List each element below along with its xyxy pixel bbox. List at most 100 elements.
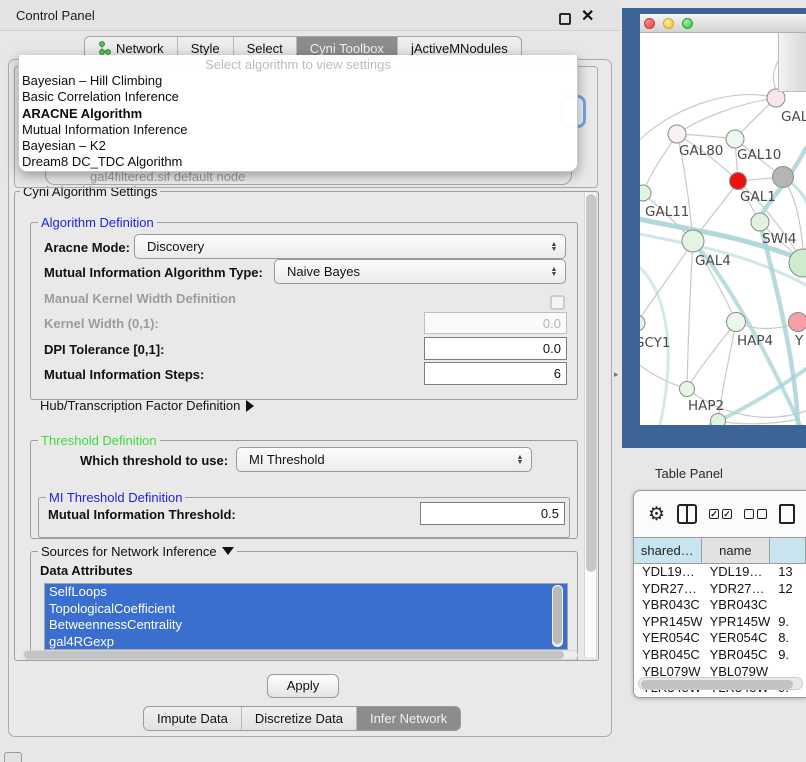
table-cell: YDR27… (702, 581, 771, 598)
network-node-gal80[interactable] (668, 125, 686, 143)
table-row[interactable]: YIL052CYIL052C9 (634, 697, 806, 698)
aracne-mode-combobox[interactable]: Discovery ▲▼ (134, 234, 566, 259)
network-node-gal1[interactable] (730, 173, 747, 190)
network-node-y[interactable] (789, 313, 806, 332)
algorithm-option[interactable]: ARACNE Algorithm (19, 106, 577, 122)
table-horizontal-scrollbar[interactable] (638, 677, 803, 690)
column-header-name[interactable]: name (702, 538, 771, 563)
network-node-hap4[interactable] (727, 313, 746, 332)
network-node-gal10[interactable] (726, 130, 744, 148)
table-cell: YDL19… (702, 564, 771, 581)
minimize-traffic-light-icon[interactable] (663, 18, 674, 29)
aracne-mode-label: Aracne Mode: (44, 240, 130, 255)
algorithm-option[interactable]: Mutual Information Inference (19, 122, 577, 138)
node-label: HAP4 (737, 333, 773, 349)
select-none-icon[interactable] (744, 509, 767, 519)
table-row[interactable]: YDL19…YDL19…13 (634, 564, 806, 581)
dpi-tolerance-label: DPI Tolerance [0,1]: (44, 342, 164, 357)
table-row[interactable]: YDR27…YDR27…12 (634, 581, 806, 598)
table-toolbar: ⚙ ✓✓ (634, 491, 806, 537)
sources-title[interactable]: Sources for Network Inference (38, 544, 237, 559)
table-cell: YBR043C (634, 597, 702, 614)
columns-icon[interactable] (677, 504, 697, 524)
float-panel-icon[interactable] (559, 13, 571, 25)
algorithm-option[interactable]: Bayesian – Hill Climbing (19, 73, 577, 89)
attributes-scrollbar[interactable] (552, 585, 563, 647)
close-traffic-light-icon[interactable] (644, 18, 655, 29)
document-icon[interactable] (779, 504, 795, 524)
network-node-hap2[interactable] (680, 382, 695, 397)
minimized-panel-chip[interactable] (4, 752, 22, 762)
attribute-list-item[interactable]: BetweennessCentrality (45, 617, 567, 634)
network-edge[interactable] (643, 134, 677, 193)
network-edge[interactable] (640, 241, 693, 323)
close-panel-icon[interactable]: ✕ (581, 6, 594, 26)
attribute-list-item[interactable]: TopologicalCoefficient (45, 601, 567, 618)
panel-divider-grip[interactable]: ▸ (614, 369, 619, 380)
table-cell: 9 (770, 697, 806, 698)
attribute-list-item[interactable]: SelfLoops (45, 584, 567, 601)
dpi-tolerance-field[interactable]: 0.0 (424, 337, 567, 360)
hub-definition-toggle[interactable]: Hub/Transcription Factor Definition (40, 398, 254, 413)
network-edge[interactable] (718, 419, 800, 424)
network-node[interactable] (773, 167, 794, 188)
algorithm-option[interactable]: Basic Correlation Inference (19, 89, 577, 105)
combobox-stepper-icon: ▲▼ (547, 242, 561, 252)
algorithm-dropdown-placeholder: Select algorithm to view settings (19, 56, 577, 73)
column-header[interactable] (770, 538, 806, 563)
network-edge[interactable] (640, 361, 687, 389)
mi-steps-field[interactable]: 6 (424, 362, 567, 385)
expand-right-icon (246, 400, 254, 412)
table-cell: YIL052C (702, 697, 771, 698)
network-edge[interactable] (677, 98, 776, 134)
table-cell: 9. (770, 647, 806, 664)
mi-threshold-title: MI Threshold Definition (46, 490, 185, 505)
tab-infer-network[interactable]: Infer Network (357, 707, 460, 730)
select-all-icon[interactable]: ✓✓ (709, 509, 732, 519)
column-header-shared[interactable]: shared… (634, 538, 702, 563)
network-edge[interactable] (687, 241, 693, 389)
node-label: GAL80 (679, 143, 723, 159)
which-threshold-combobox[interactable]: MI Threshold ▲▼ (236, 447, 532, 472)
apply-button[interactable]: Apply (267, 674, 339, 698)
algorithm-option[interactable]: Dream8 DC_TDC Algorithm (19, 154, 577, 170)
table-row[interactable]: YBR045CYBR045C9. (634, 647, 806, 664)
network-node-gal4[interactable] (682, 230, 704, 252)
zoom-traffic-light-icon[interactable] (682, 18, 693, 29)
network-edge[interactable] (687, 322, 736, 389)
algorithm-definition-title: Algorithm Definition (38, 215, 157, 230)
attribute-list-item[interactable]: gal4RGexp (45, 634, 567, 650)
manual-kernel-checkbox[interactable] (550, 295, 565, 310)
combobox-stepper-icon: ▲▼ (513, 455, 527, 465)
background-window-strip (778, 33, 806, 92)
kernel-width-field[interactable]: 0.0 (424, 312, 567, 334)
mi-threshold-field[interactable]: 0.5 (420, 502, 565, 525)
mi-type-combobox[interactable]: Naive Bayes ▲▼ (274, 259, 566, 284)
table-row[interactable]: YPR145WYPR145W9. (634, 614, 806, 631)
table-row[interactable]: YBR043CYBR043C (634, 597, 806, 614)
mi-type-label: Mutual Information Algorithm Type: (44, 265, 263, 280)
settings-vertical-scrollbar-thumb[interactable] (586, 194, 596, 572)
network-node[interactable] (711, 414, 726, 426)
network-node-gcy1[interactable] (640, 315, 645, 331)
node-label: SWI4 (762, 231, 797, 247)
tab-discretize-data[interactable]: Discretize Data (242, 707, 357, 730)
network-window-titlebar[interactable] (640, 14, 806, 33)
table-cell: YIL052C (634, 697, 702, 698)
table-cell (770, 597, 806, 614)
data-attributes-list[interactable]: SelfLoopsTopologicalCoefficientBetweenne… (44, 583, 568, 650)
network-canvas[interactable]: GALGAL80GAL10GAL1GAL11GAL4SWI4GCY1HAP4YH… (640, 33, 806, 425)
combobox-stepper-icon: ▲▼ (547, 267, 561, 277)
data-attributes-label: Data Attributes (40, 563, 133, 578)
algorithm-option[interactable]: Bayesian – K2 (19, 138, 577, 154)
gear-icon[interactable]: ⚙ (648, 505, 665, 524)
tab-impute-data[interactable]: Impute Data (144, 707, 242, 730)
table-cell: YBR045C (702, 647, 771, 664)
network-node-gal11[interactable] (640, 185, 651, 201)
threshold-definition-title: Threshold Definition (38, 433, 160, 448)
table-row[interactable]: YER054CYER054C8. (634, 630, 806, 647)
network-node-swi4[interactable] (751, 213, 769, 231)
settings-horizontal-scrollbar-thumb[interactable] (24, 651, 564, 659)
table-cell: YDL19… (634, 564, 702, 581)
table-cell: YPR145W (634, 614, 702, 631)
